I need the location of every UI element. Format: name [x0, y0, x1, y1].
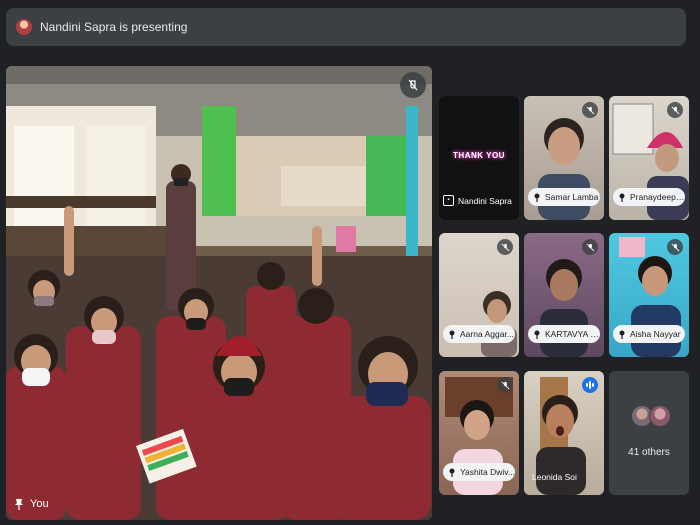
participant-name-pill: Aarna Aggar... [443, 325, 515, 343]
pin-icon [619, 193, 625, 202]
participant-name-pill: Pranaydeep ... [613, 188, 685, 206]
participant-tile[interactable]: Samar Lamba [524, 96, 604, 220]
participant-tile-speaking[interactable]: Leonida Soi [524, 371, 604, 495]
mic-off-icon [497, 377, 513, 393]
speaking-indicator-icon [582, 377, 598, 393]
avatar [649, 405, 671, 427]
participant-tile[interactable]: Pranaydeep ... [609, 96, 689, 220]
pin-icon [534, 330, 540, 339]
mic-off-icon [667, 102, 683, 118]
pin-icon [534, 193, 540, 202]
participant-name-pill: Aisha Nayyar [613, 325, 685, 343]
presenting-text: Nandini Sapra is presenting [40, 20, 188, 34]
participant-tile[interactable]: Yashita Dwiv... [439, 371, 519, 495]
participant-name-pill: Samar Lamba [528, 188, 600, 206]
presenter-avatar [16, 19, 32, 35]
participant-name: Samar Lamba [545, 192, 599, 202]
presenting-banner: Nandini Sapra is presenting [6, 8, 686, 46]
participant-name: Aisha Nayyar [630, 329, 681, 339]
pin-icon [449, 468, 455, 477]
presenting-icon: ▪ [443, 195, 454, 206]
participant-name: Leonida Soi [532, 472, 577, 482]
pin-icon [15, 499, 23, 510]
mic-off-icon [582, 239, 598, 255]
participant-name: Nandini Sapra [458, 195, 512, 206]
classroom-video-feed [6, 66, 432, 520]
more-options-icon[interactable] [400, 72, 426, 98]
participant-name: Aarna Aggar... [460, 329, 514, 339]
mic-off-icon [582, 102, 598, 118]
participant-tile[interactable]: Aarna Aggar... [439, 233, 519, 357]
participant-name: Yashita Dwiv... [460, 467, 515, 477]
others-avatars [631, 405, 671, 427]
participant-tile[interactable]: KARTAVYA S... [524, 233, 604, 357]
participant-name: KARTAVYA S... [545, 329, 600, 339]
self-view-label: You [14, 498, 49, 510]
mic-off-icon [497, 239, 513, 255]
participant-info: Leonida Soi [532, 467, 577, 485]
participant-name-pill: KARTAVYA S... [528, 325, 600, 343]
participant-name-pill: Yashita Dwiv... [443, 463, 515, 481]
participant-name: Pranaydeep ... [630, 192, 685, 202]
others-tile[interactable]: 41 others [609, 371, 689, 495]
participant-tile[interactable]: Aisha Nayyar [609, 233, 689, 357]
participant-info: ▪ Nandini Sapra [443, 195, 512, 206]
self-name: You [30, 498, 49, 510]
main-video-tile[interactable]: You [6, 66, 432, 520]
participant-tile[interactable]: THANK YOU ▪ Nandini Sapra [439, 96, 519, 220]
shared-screen-text: THANK YOU [453, 150, 505, 160]
shared-screen-preview: THANK YOU [453, 144, 505, 166]
mic-off-icon [667, 239, 683, 255]
others-count: 41 others [628, 447, 670, 458]
pin-icon [619, 330, 625, 339]
pin-icon [449, 330, 455, 339]
